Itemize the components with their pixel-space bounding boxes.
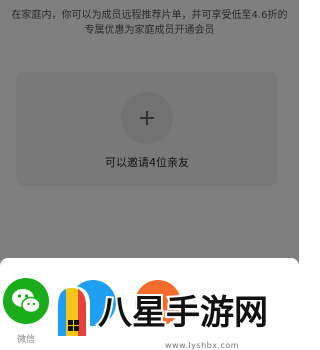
watermark-text: 八星手游网 <box>98 293 268 333</box>
family-invite-page: 在家庭内，你可以为成员远程推荐片单，并可享受低至4.6折的专属优惠为家庭成员开通… <box>0 0 299 350</box>
share-wechat-button[interactable] <box>3 278 49 324</box>
watermark-url: www.lyshbx.com <box>165 341 240 350</box>
wechat-icon <box>12 289 41 314</box>
watermark-app-icon <box>54 286 90 340</box>
watermark-logo: 八星手游网 <box>54 286 270 340</box>
share-wechat-label: 微信 <box>16 335 35 345</box>
